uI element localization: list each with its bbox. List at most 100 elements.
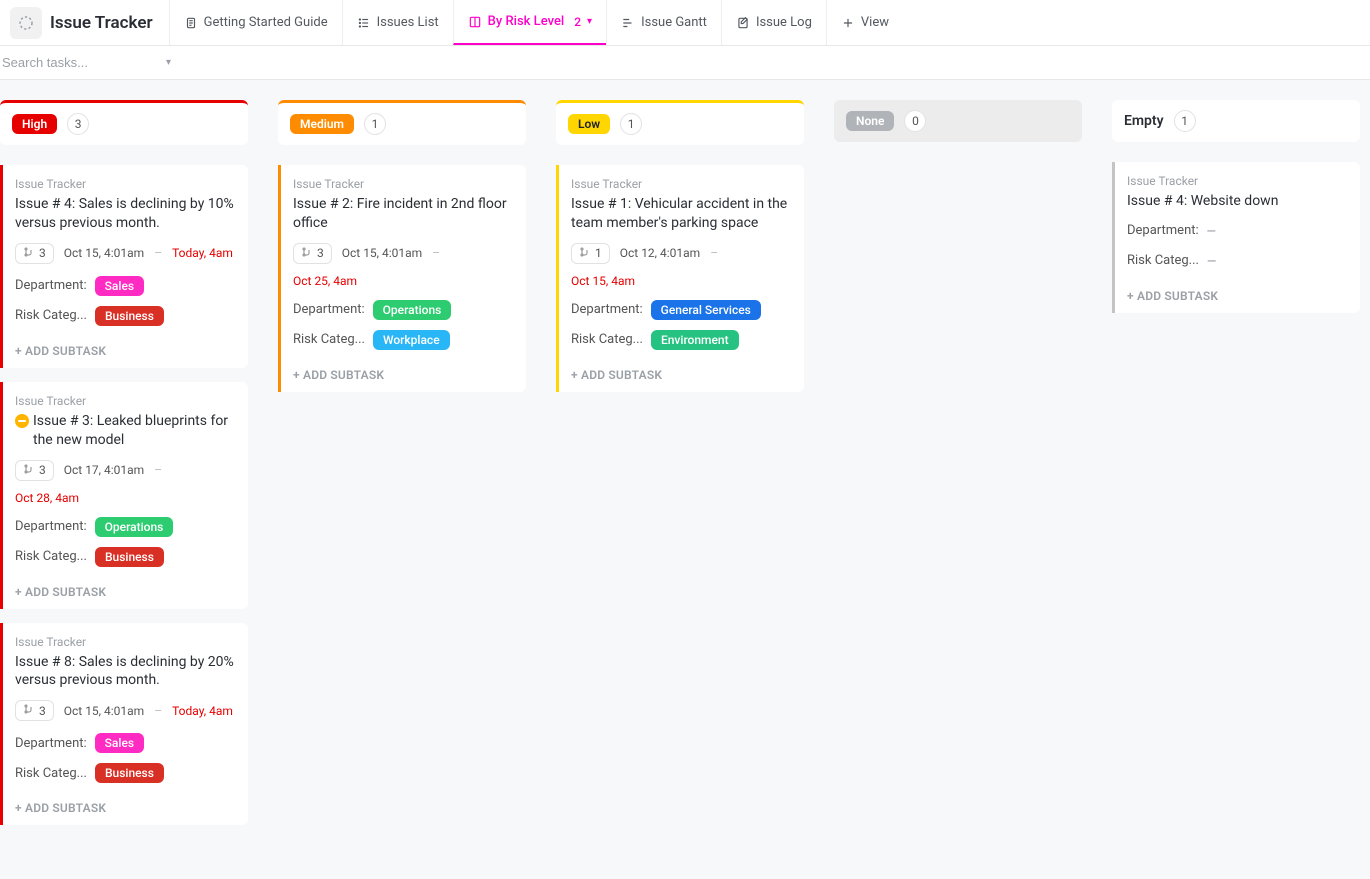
column-count: 1	[1174, 110, 1196, 132]
subtask-icon	[301, 246, 313, 261]
department-tag: Sales	[95, 733, 144, 753]
field-label: Department:	[293, 302, 365, 317]
field-label: Department:	[15, 736, 87, 751]
tab-guide[interactable]: Getting Started Guide	[169, 0, 342, 45]
card-meta: 1Oct 12, 4:01am–Oct 15, 4am	[571, 243, 792, 288]
card-title: Issue # 4: Website down	[1127, 192, 1348, 211]
tab-label: Issue Gantt	[641, 15, 707, 30]
risk-category-tag: Business	[95, 306, 164, 326]
department-tag: Sales	[95, 276, 144, 296]
department-tag: General Services	[651, 300, 761, 320]
due-date[interactable]: Oct 15, 4am	[571, 274, 635, 288]
column-medium: Medium1 Issue TrackerIssue # 2: Fire inci…	[278, 100, 526, 839]
add-subtask-button[interactable]: + ADD SUBTASK	[281, 360, 526, 392]
kanban-board: High 3 Issue Tracker Issue # 4: Sales is de…	[0, 80, 1370, 879]
start-date[interactable]: Oct 15, 4:01am	[64, 704, 144, 718]
risk-category-field[interactable]: Risk Categ...Business	[15, 547, 236, 567]
task-card[interactable]: Issue Tracker Issue # 3: Leaked blueprint…	[0, 382, 248, 609]
subtask-count[interactable]: 3	[15, 243, 54, 264]
column-header[interactable]: Medium1	[278, 100, 526, 145]
task-card[interactable]: Issue TrackerIssue # 8: Sales is declini…	[0, 623, 248, 826]
task-card[interactable]: Issue Tracker Issue # 4: Sales is declini…	[0, 165, 248, 368]
card-breadcrumb: Issue Tracker	[15, 177, 236, 191]
subtask-count[interactable]: 3	[293, 243, 332, 264]
subtask-count-value: 3	[39, 246, 46, 260]
start-date[interactable]: Oct 15, 4:01am	[342, 246, 422, 260]
column-header[interactable]: None0	[834, 100, 1082, 142]
card-meta: 3Oct 15, 4:01am–Oct 25, 4am	[293, 243, 514, 288]
card-breadcrumb: Issue Tracker	[15, 394, 236, 408]
add-subtask-button[interactable]: + ADD SUBTASK	[3, 793, 248, 825]
subtask-icon	[23, 246, 35, 261]
department-field[interactable]: Department: General Services	[571, 300, 792, 320]
start-date[interactable]: Oct 17, 4:01am	[64, 463, 144, 477]
status-in-progress-icon	[15, 414, 29, 428]
card-title-text: Issue # 4: Website down	[1127, 192, 1278, 211]
task-card[interactable]: Issue Tracker Issue # 4: Website down Depa…	[1112, 162, 1360, 313]
column-label: High	[12, 114, 57, 134]
task-card[interactable]: Issue TrackerIssue # 1: Vehicular accide…	[556, 165, 804, 392]
subtask-count[interactable]: 3	[15, 460, 54, 481]
due-date[interactable]: Today, 4am	[172, 246, 233, 260]
card-title: Issue # 1: Vehicular accident in the tea…	[571, 195, 792, 233]
card-title-text: Issue # 3: Leaked blueprints for the new…	[33, 412, 236, 450]
add-subtask-button[interactable]: + ADD SUBTASK	[559, 360, 804, 392]
card-title: Issue # 3: Leaked blueprints for the new…	[15, 412, 236, 450]
card-title: Issue # 8: Sales is declining by 20% ver…	[15, 653, 236, 691]
tab-gantt[interactable]: Issue Gantt	[606, 0, 721, 45]
tab-list[interactable]: Issues List	[342, 0, 453, 45]
add-subtask-button[interactable]: + ADD SUBTASK	[3, 336, 248, 368]
risk-category-field[interactable]: Risk Categ...Workplace	[293, 330, 514, 350]
card-title-text: Issue # 4: Sales is declining by 10% ver…	[15, 195, 236, 233]
department-tag: Operations	[95, 517, 174, 537]
card-meta: 3 Oct 15, 4:01am–Today, 4am	[15, 243, 236, 264]
department-field[interactable]: Department: Sales	[15, 733, 236, 753]
department-field[interactable]: Department:Sales	[15, 276, 236, 296]
department-field[interactable]: Department:Operations	[15, 517, 236, 537]
field-label: Risk Categ...	[15, 308, 87, 323]
search-input[interactable]	[0, 54, 160, 71]
column-label: None	[846, 111, 894, 131]
date-separator: –	[154, 463, 162, 477]
subtask-icon	[579, 246, 591, 261]
add-subtask-button[interactable]: + ADD SUBTASK	[3, 577, 248, 609]
start-date[interactable]: Oct 15, 4:01am	[64, 246, 144, 260]
risk-category-field[interactable]: Risk Categ...Environment	[571, 330, 792, 350]
doc-icon	[184, 16, 198, 30]
risk-category-field[interactable]: Risk Categ...Business	[15, 763, 236, 783]
risk-category-field[interactable]: Risk Categ... Business	[15, 306, 236, 326]
risk-category-tag: Business	[95, 763, 164, 783]
tab-addview[interactable]: View	[826, 0, 903, 45]
date-separator: –	[154, 704, 162, 718]
due-date[interactable]: Today, 4am	[172, 704, 233, 718]
column-header[interactable]: Low1	[556, 100, 804, 145]
date-separator: –	[154, 246, 162, 260]
field-label: Department:	[571, 302, 643, 317]
chevron-down-icon[interactable]: ▾	[166, 57, 171, 68]
column-empty: Empty 1 Issue Tracker Issue # 4: Website do…	[1112, 100, 1360, 839]
department-field[interactable]: Department: Operations	[293, 300, 514, 320]
department-tag: Operations	[373, 300, 452, 320]
subtask-count-value: 3	[39, 463, 46, 477]
column-header[interactable]: Empty 1	[1112, 100, 1360, 142]
column-label: Empty	[1124, 113, 1164, 129]
task-card[interactable]: Issue TrackerIssue # 2: Fire incident in…	[278, 165, 526, 392]
subtask-count[interactable]: 1	[571, 243, 610, 264]
column-count: 3	[67, 113, 89, 135]
space-avatar[interactable]	[10, 7, 42, 39]
column-label: Low	[568, 114, 610, 134]
start-date[interactable]: Oct 12, 4:01am	[620, 246, 700, 260]
column-header[interactable]: High 3	[0, 100, 248, 145]
tab-ilog[interactable]: Issue Log	[721, 0, 826, 45]
space-title[interactable]: Issue Tracker	[50, 13, 169, 33]
card-breadcrumb: Issue Tracker	[1127, 174, 1348, 188]
department-field[interactable]: Department:—	[1127, 221, 1348, 241]
risk-category-field[interactable]: Risk Categ...—	[1127, 251, 1348, 271]
add-subtask-button[interactable]: + ADD SUBTASK	[1115, 281, 1360, 313]
tab-byrisk[interactable]: By Risk Level2▾	[453, 0, 606, 45]
field-label: Department:	[1127, 223, 1199, 238]
due-date[interactable]: Oct 25, 4am	[293, 274, 357, 288]
subtask-count[interactable]: 3	[15, 700, 54, 721]
due-date[interactable]: Oct 28, 4am	[15, 491, 79, 505]
list-icon	[357, 16, 371, 30]
